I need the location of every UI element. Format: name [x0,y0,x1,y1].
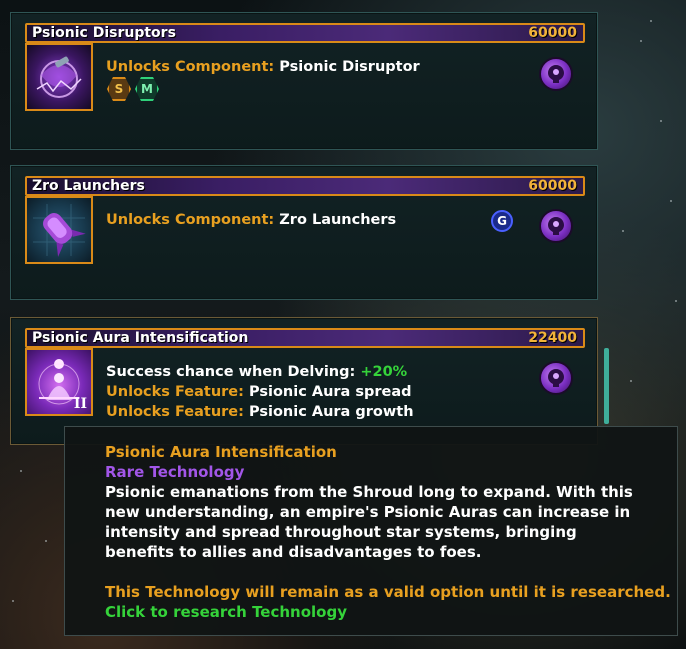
tech-cost: 60000 [528,25,577,41]
tech-effects: Unlocks Component: Psionic Disruptor [106,57,420,77]
tech-tooltip: Psionic Aura Intensification Rare Techno… [64,426,678,636]
tech-title: Zro Launchers [32,178,145,194]
effect-bonus: +20% [360,364,408,380]
effect-value: Psionic Disruptor [279,59,420,75]
scrollbar-thumb[interactable] [604,348,609,424]
psionic-category-icon [539,57,573,91]
psionic-disruptor-icon [25,43,93,111]
effect-value: Zro Launchers [279,212,397,228]
effect-value: Psionic Aura spread [248,384,412,400]
psionic-category-icon [539,361,573,395]
psionic-category-icon [539,209,573,243]
effect-label: Unlocks Component: [106,59,275,75]
size-badge-gargantuan: G [491,210,513,232]
effect-value: Psionic Aura growth [248,404,414,420]
tooltip-rarity: Rare Technology [105,463,245,481]
tech-card-header: Psionic Aura Intensification 22400 [25,328,585,348]
tech-cost: 22400 [528,330,577,346]
size-badge-medium: M [135,77,159,101]
tooltip-click-note: Click to research Technology [105,603,347,621]
tech-effects: Success chance when Delving: +20% Unlock… [106,362,414,422]
effect-prefix: Success chance when Delving: [106,364,356,380]
tooltip-description: Psionic emanations from the Shroud long … [105,483,633,561]
tech-tier: II [73,396,87,412]
component-size-badges: S M [107,77,159,101]
psionic-aura-icon: II [25,348,93,416]
effect-label: Unlocks Feature: [106,384,244,400]
tech-card-psionic-disruptors[interactable]: Psionic Disruptors 60000 Unlocks Compone… [10,12,598,150]
tech-cost: 60000 [528,178,577,194]
tech-card-zro-launchers[interactable]: Zro Launchers 60000 Unlocks Component: Z… [10,165,598,300]
effect-label: Unlocks Feature: [106,404,244,420]
tech-title: Psionic Disruptors [32,25,176,41]
tooltip-remain-note: This Technology will remain as a valid o… [105,583,671,601]
tech-card-header: Zro Launchers 60000 [25,176,585,196]
tech-card-header: Psionic Disruptors 60000 [25,23,585,43]
tech-title: Psionic Aura Intensification [32,330,249,346]
zro-launcher-icon [25,196,93,264]
tooltip-title: Psionic Aura Intensification [105,443,337,461]
effect-label: Unlocks Component: [106,212,275,228]
tech-effects: Unlocks Component: Zro Launchers [106,210,396,230]
size-badge-small: S [107,77,131,101]
